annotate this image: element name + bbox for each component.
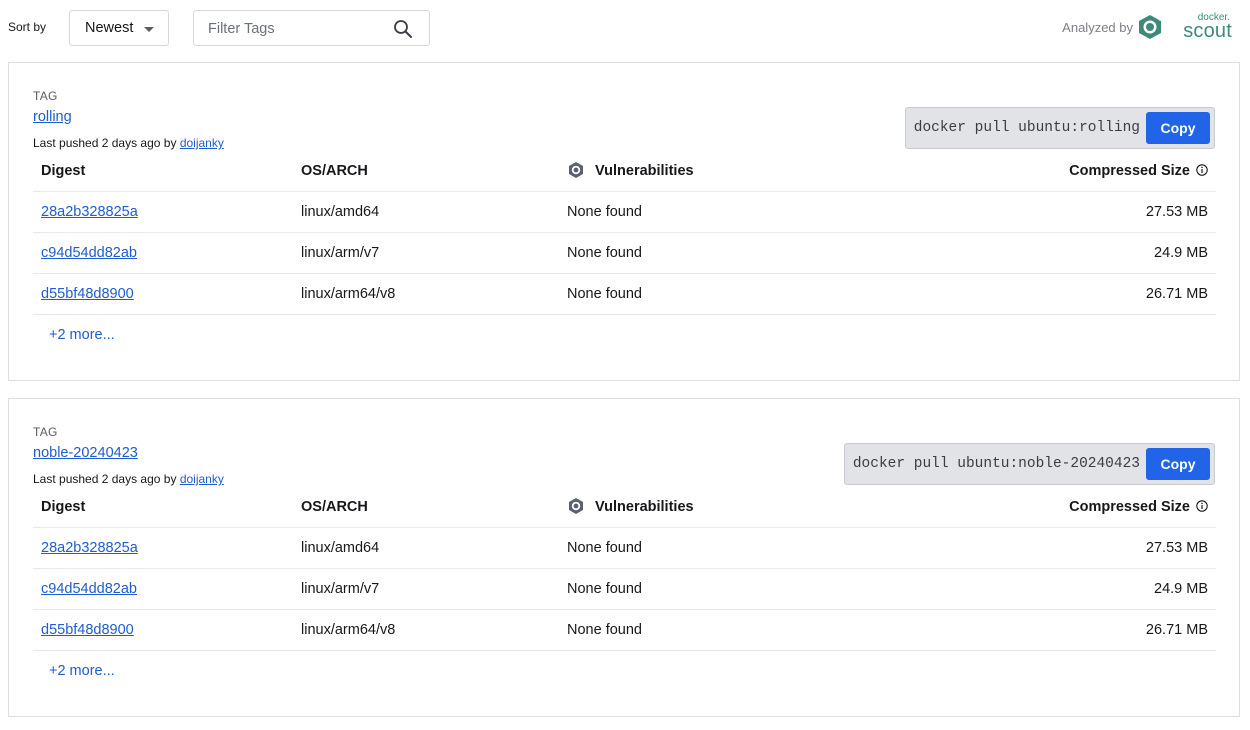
header-digest: Digest bbox=[41, 499, 86, 515]
vulnerabilities-cell: None found bbox=[567, 204, 642, 220]
digest-link[interactable]: 28a2b328825a bbox=[41, 192, 138, 233]
scout-icon bbox=[569, 497, 584, 514]
table-row: c94d54dd82ab linux/arm/v7 None found 24.… bbox=[33, 569, 1216, 610]
show-more-link[interactable]: +2 more... bbox=[33, 651, 1216, 691]
last-pushed-prefix: Last pushed bbox=[33, 472, 99, 486]
last-pushed-info: Last pushed 2 days ago by doijanky bbox=[33, 472, 224, 486]
size-cell: 24.9 MB bbox=[1154, 245, 1208, 261]
vulnerabilities-cell: None found bbox=[567, 245, 642, 261]
os-arch-cell: linux/arm64/v8 bbox=[301, 286, 396, 302]
filter-tags-input[interactable] bbox=[208, 19, 388, 39]
digest-link[interactable]: c94d54dd82ab bbox=[41, 569, 137, 610]
table-row: d55bf48d8900 linux/arm64/v8 None found 2… bbox=[33, 274, 1216, 315]
info-icon[interactable] bbox=[1196, 499, 1208, 512]
table-header: Digest OS/ARCH Vulnerabilities Compresse… bbox=[33, 487, 1216, 528]
tag-card: TAG rolling Last pushed 2 days ago by do… bbox=[8, 62, 1240, 381]
pull-command-box: docker pull ubuntu:noble-20240423 Copy bbox=[843, 443, 1215, 485]
digest-link[interactable]: c94d54dd82ab bbox=[41, 233, 137, 274]
os-arch-cell: linux/amd64 bbox=[301, 540, 380, 556]
docker-scout-logo-icon bbox=[1139, 15, 1162, 39]
pull-command-box: docker pull ubuntu:rolling Copy bbox=[904, 107, 1215, 149]
sort-label: Sort by bbox=[8, 20, 47, 34]
vulnerabilities-cell: None found bbox=[567, 286, 642, 302]
header-vulnerabilities-label: Vulnerabilities bbox=[595, 163, 694, 179]
show-more-link[interactable]: +2 more... bbox=[33, 315, 1216, 355]
digest-link[interactable]: 28a2b328825a bbox=[41, 528, 138, 569]
last-pushed-when: 2 days ago bbox=[101, 472, 161, 486]
table-row: c94d54dd82ab linux/arm/v7 None found 24.… bbox=[33, 233, 1216, 274]
os-arch-cell: linux/arm64/v8 bbox=[301, 622, 396, 638]
pull-command: docker pull ubuntu:noble-20240423 bbox=[852, 456, 1140, 472]
size-cell: 27.53 MB bbox=[1145, 540, 1208, 556]
sort-select[interactable]: Newest bbox=[69, 10, 169, 46]
header-os-arch: OS/ARCH bbox=[301, 163, 368, 179]
scout-icon bbox=[569, 161, 584, 178]
size-cell: 26.71 MB bbox=[1145, 286, 1208, 302]
filter-tags-field[interactable] bbox=[193, 10, 430, 46]
digest-table: Digest OS/ARCH Vulnerabilities Compresse… bbox=[33, 151, 1216, 355]
last-pushed-by: by bbox=[163, 136, 177, 150]
header-vulnerabilities-label: Vulnerabilities bbox=[595, 499, 694, 515]
toolbar: Sort by Newest Analyzed by docker. scout bbox=[0, 0, 1250, 56]
size-cell: 24.9 MB bbox=[1154, 581, 1208, 597]
size-cell: 26.71 MB bbox=[1145, 622, 1208, 638]
pushed-user-link[interactable]: doijanky bbox=[180, 472, 224, 486]
table-row: 28a2b328825a linux/amd64 None found 27.5… bbox=[33, 528, 1216, 569]
analyzed-by-scout[interactable]: Analyzed by docker. scout bbox=[1032, 12, 1232, 42]
tag-name-link[interactable]: noble-20240423 bbox=[33, 445, 138, 461]
copy-button[interactable]: Copy bbox=[1146, 112, 1210, 144]
info-icon[interactable] bbox=[1196, 163, 1208, 176]
vulnerabilities-cell: None found bbox=[567, 540, 642, 556]
chevron-down-icon bbox=[144, 27, 154, 32]
digest-table: Digest OS/ARCH Vulnerabilities Compresse… bbox=[33, 487, 1216, 691]
search-icon[interactable] bbox=[393, 19, 413, 39]
os-arch-cell: linux/arm/v7 bbox=[301, 245, 380, 261]
vulnerabilities-cell: None found bbox=[567, 581, 642, 597]
table-row: 28a2b328825a linux/amd64 None found 27.5… bbox=[33, 192, 1216, 233]
scout-wordmark: scout bbox=[1183, 20, 1232, 42]
analyzed-by-label: Analyzed by bbox=[1062, 20, 1133, 35]
size-cell: 27.53 MB bbox=[1145, 204, 1208, 220]
vulnerabilities-cell: None found bbox=[567, 622, 642, 638]
pushed-user-link[interactable]: doijanky bbox=[180, 136, 224, 150]
header-compressed-size-label: Compressed Size bbox=[1069, 163, 1190, 179]
last-pushed-info: Last pushed 2 days ago by doijanky bbox=[33, 136, 224, 150]
os-arch-cell: linux/arm/v7 bbox=[301, 581, 380, 597]
table-header: Digest OS/ARCH Vulnerabilities Compresse… bbox=[33, 151, 1216, 192]
header-os-arch: OS/ARCH bbox=[301, 499, 368, 515]
tag-label: TAG bbox=[33, 425, 58, 439]
tag-label: TAG bbox=[33, 89, 58, 103]
digest-link[interactable]: d55bf48d8900 bbox=[41, 610, 134, 651]
last-pushed-prefix: Last pushed bbox=[33, 136, 99, 150]
header-compressed-size-label: Compressed Size bbox=[1069, 499, 1190, 515]
sort-select-value: Newest bbox=[85, 20, 134, 36]
last-pushed-by: by bbox=[163, 472, 177, 486]
header-vulnerabilities: Vulnerabilities bbox=[567, 487, 694, 528]
tag-card: TAG noble-20240423 Last pushed 2 days ag… bbox=[8, 398, 1240, 717]
digest-link[interactable]: d55bf48d8900 bbox=[41, 274, 134, 315]
header-digest: Digest bbox=[41, 163, 86, 179]
table-row: d55bf48d8900 linux/arm64/v8 None found 2… bbox=[33, 610, 1216, 651]
header-compressed-size: Compressed Size bbox=[1069, 151, 1208, 192]
os-arch-cell: linux/amd64 bbox=[301, 204, 380, 220]
copy-button[interactable]: Copy bbox=[1146, 448, 1210, 480]
header-vulnerabilities: Vulnerabilities bbox=[567, 151, 694, 192]
tag-name-link[interactable]: rolling bbox=[33, 109, 72, 125]
pull-command: docker pull ubuntu:rolling bbox=[913, 120, 1140, 136]
header-compressed-size: Compressed Size bbox=[1069, 487, 1208, 528]
last-pushed-when: 2 days ago bbox=[101, 136, 161, 150]
